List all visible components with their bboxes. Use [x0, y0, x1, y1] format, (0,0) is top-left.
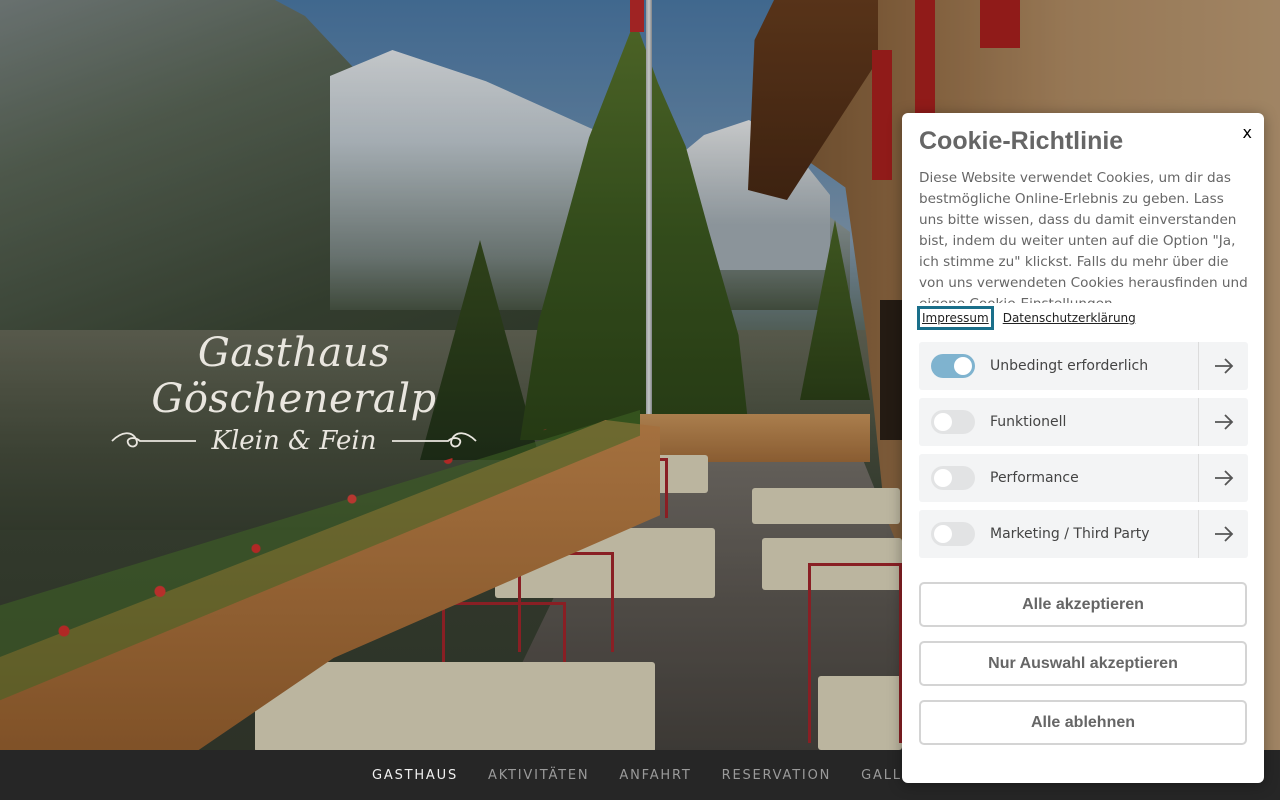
category-expand-button[interactable]: [1198, 454, 1248, 502]
cookie-consent-dialog: x Cookie-Richtlinie Diese Website verwen…: [902, 113, 1264, 783]
nav-item-anfahrt[interactable]: ANFAHRT: [604, 768, 706, 783]
logo-title: Gasthaus Göscheneralp: [151, 330, 437, 422]
category-label: Performance: [990, 470, 1079, 486]
reject-all-button[interactable]: Alle ablehnen: [919, 700, 1247, 745]
impressum-link[interactable]: Impressum: [917, 306, 994, 330]
cookie-category-performance: Performance: [919, 454, 1248, 502]
cookie-category-list: Unbedingt erforderlich Funktionell Perfo…: [919, 342, 1248, 558]
performance-toggle[interactable]: [931, 466, 975, 490]
cookie-links: Impressum Datenschutzerklärung: [917, 306, 1248, 330]
nav-item-reservation[interactable]: RESERVATION: [707, 768, 847, 783]
necessary-toggle[interactable]: [931, 354, 975, 378]
accept-selection-button[interactable]: Nur Auswahl akzeptieren: [919, 641, 1247, 686]
category-row-main[interactable]: Performance: [919, 454, 1198, 502]
ornament-swirl-right-icon: [392, 432, 478, 448]
category-label: Funktionell: [990, 414, 1067, 430]
category-row-main[interactable]: Marketing / Third Party: [919, 510, 1198, 558]
cookie-action-buttons: Alle akzeptieren Nur Auswahl akzeptieren…: [919, 582, 1248, 745]
nav-item-aktivitaeten[interactable]: AKTIVITÄTEN: [473, 768, 604, 783]
category-expand-button[interactable]: [1198, 342, 1248, 390]
arrow-right-icon: [1214, 358, 1233, 374]
category-label: Unbedingt erforderlich: [990, 358, 1149, 374]
logo-subtitle: Klein & Fein: [211, 426, 377, 456]
arrow-right-icon: [1214, 526, 1233, 542]
arrow-right-icon: [1214, 470, 1233, 486]
cookie-title: Cookie-Richtlinie: [919, 127, 1124, 155]
nav-item-gasthaus[interactable]: GASTHAUS: [357, 768, 473, 783]
cookie-description[interactable]: Diese Website verwendet Cookies, um dir …: [919, 168, 1248, 303]
marketing-toggle[interactable]: [931, 522, 975, 546]
close-icon[interactable]: x: [1243, 123, 1252, 142]
category-label: Marketing / Third Party: [990, 526, 1150, 542]
cookie-category-necessary: Unbedingt erforderlich: [919, 342, 1248, 390]
privacy-policy-link[interactable]: Datenschutzerklärung: [1000, 308, 1139, 328]
toggle-knob: [954, 357, 972, 375]
ornament-swirl-left-icon: [110, 432, 196, 448]
category-expand-button[interactable]: [1198, 510, 1248, 558]
toggle-knob: [934, 469, 952, 487]
logo-subline: Klein & Fein: [74, 426, 514, 456]
arrow-right-icon: [1214, 414, 1233, 430]
functional-toggle[interactable]: [931, 410, 975, 434]
toggle-knob: [934, 525, 952, 543]
cookie-category-marketing: Marketing / Third Party: [919, 510, 1248, 558]
toggle-knob: [934, 413, 952, 431]
category-row-main[interactable]: Funktionell: [919, 398, 1198, 446]
site-logo[interactable]: Gasthaus Göscheneralp Klein & Fein: [74, 330, 514, 456]
category-expand-button[interactable]: [1198, 398, 1248, 446]
accept-all-button[interactable]: Alle akzeptieren: [919, 582, 1247, 627]
category-row-main[interactable]: Unbedingt erforderlich: [919, 342, 1198, 390]
cookie-category-functional: Funktionell: [919, 398, 1248, 446]
